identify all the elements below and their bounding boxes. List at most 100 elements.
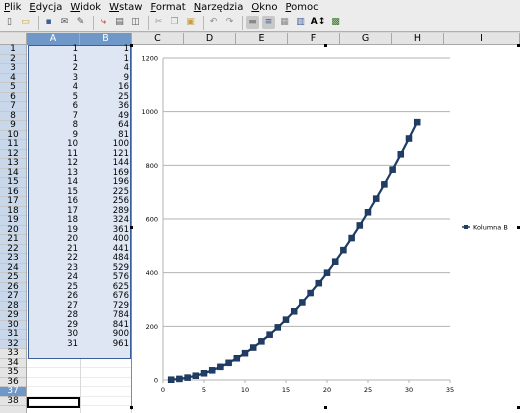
data-point — [282, 316, 290, 323]
menu-item-label: staw — [119, 1, 143, 13]
data-point — [397, 151, 405, 158]
toolbar-separator — [242, 15, 243, 30]
data-point — [348, 234, 355, 242]
new-document-icon[interactable]: ▯ — [3, 16, 16, 29]
chart-canvas: 0 200 400 600 800 1000 1200 0 5 10 15 20 25 30 35 Kolum… — [141, 55, 507, 395]
data-point — [217, 363, 224, 371]
chart-area-icon[interactable]: ▦ — [278, 16, 291, 29]
menu-item-0[interactable]: Plik — [4, 2, 21, 13]
data-point — [389, 166, 396, 173]
toolbar: ▯ ▭ ▪ ✉ ✎ ⤷ ▤ ◫ ✂ ❐ ▣ ↶ ↷ ▬ ≡ ▦ ▥ A↕ ▩ — [0, 14, 520, 32]
row-header-bar: 1 2 3 4 5 6 7 8 9 10 11 12 13 14 15 16 17 18 19 20 21 22 23 24 2… — [0, 44, 27, 413]
menu-item-1[interactable]: Edycja — [29, 2, 62, 13]
redo-icon[interactable]: ↷ — [223, 16, 236, 29]
menu-item-label: omoc — [291, 1, 319, 13]
menu-item-2[interactable]: Widok — [70, 2, 101, 13]
column-header-e[interactable]: E — [236, 33, 288, 45]
toolbar-separator — [203, 15, 204, 30]
x-tick-label: 25 — [364, 386, 372, 394]
column-header-i[interactable]: I — [444, 33, 520, 45]
resize-handle[interactable] — [130, 226, 133, 229]
column-header-f[interactable]: F — [288, 33, 340, 45]
data-point — [331, 258, 339, 265]
print-icon[interactable]: ▤ — [113, 16, 126, 29]
y-tick-label: 1200 — [141, 55, 158, 63]
y-tick-label: 1000 — [141, 108, 158, 116]
legend-marker — [464, 225, 468, 229]
column-header-bar: ABCDEFGHI — [0, 33, 520, 45]
active-cell-cursor[interactable] — [27, 397, 80, 408]
data-point — [372, 195, 380, 202]
data-point — [323, 269, 331, 276]
menu-item-accelerator: W — [70, 1, 81, 13]
toolbar-separator — [38, 15, 39, 30]
data-point — [176, 375, 183, 383]
x-tick-label: 30 — [405, 386, 413, 394]
column-header-c[interactable]: C — [132, 33, 184, 45]
data-point — [208, 367, 216, 374]
data-point — [200, 370, 208, 377]
toolbar-separator — [148, 15, 149, 30]
column-header-d[interactable]: D — [184, 33, 236, 45]
resize-handle[interactable] — [130, 44, 133, 47]
menu-item-7[interactable]: Pomoc — [285, 2, 318, 13]
legend-icon[interactable]: ≡ — [262, 16, 275, 29]
menu-item-6[interactable]: Okno — [251, 2, 277, 13]
data-point — [233, 355, 241, 362]
menu-item-3[interactable]: Wstaw — [109, 2, 142, 13]
copy-icon[interactable]: ❐ — [168, 16, 181, 29]
menu-item-4[interactable]: Format — [150, 2, 185, 13]
x-tick-label: 5 — [202, 386, 206, 394]
x-tick-label: 15 — [282, 386, 290, 394]
email-icon[interactable]: ✉ — [58, 16, 71, 29]
menu-item-label: idok — [80, 1, 102, 13]
x-tick-label: 10 — [241, 386, 249, 394]
x-tick-label: 35 — [446, 386, 454, 394]
menu-item-label: lik — [10, 1, 22, 13]
scale-text-icon[interactable]: A↕ — [310, 16, 326, 29]
x-tick-label: 20 — [323, 386, 331, 394]
y-tick-label: 800 — [146, 162, 158, 170]
cell-a32[interactable]: 31 — [28, 339, 80, 350]
resize-handle[interactable] — [324, 406, 327, 409]
data-point — [413, 118, 421, 126]
chart-grid-icon[interactable]: ▥ — [294, 16, 307, 29]
chart-object[interactable]: 0 200 400 600 800 1000 1200 0 5 10 15 20 25 30 35 Kolum… — [131, 45, 520, 410]
save-icon[interactable]: ▪ — [42, 16, 55, 29]
column-header-g[interactable]: G — [340, 33, 392, 45]
print-preview-icon[interactable]: ◫ — [129, 16, 142, 29]
cut-icon[interactable]: ✂ — [152, 16, 165, 29]
resize-handle[interactable] — [130, 406, 133, 409]
menu-item-label: ormat — [155, 1, 186, 13]
undo-icon[interactable]: ↶ — [207, 16, 220, 29]
data-point — [307, 289, 314, 297]
cell-b32[interactable]: 961 — [81, 339, 131, 350]
y-tick-label: 0 — [154, 377, 158, 385]
menu-bar: Plik Edycja Widok Wstaw Format Narzędzia Okno P… — [0, 0, 520, 14]
row-header-38[interactable]: 38 — [0, 396, 26, 406]
menu-item-label: dycja — [35, 1, 63, 13]
data-point — [381, 181, 388, 188]
column-header-h[interactable]: H — [392, 33, 444, 45]
data-point — [274, 324, 282, 331]
series-line-kolumna-b — [171, 121, 419, 381]
menu-item-label: arzędzia — [201, 1, 244, 13]
data-table-icon[interactable]: ▩ — [329, 16, 342, 29]
pdf-icon[interactable]: ⤷ — [97, 16, 110, 29]
resize-handle[interactable] — [324, 44, 327, 47]
data-point — [290, 308, 298, 315]
chart-title-icon[interactable]: ▬ — [246, 16, 259, 29]
menu-item-label: kno — [259, 1, 278, 13]
y-tick-label: 600 — [146, 216, 158, 224]
edit-file-icon[interactable]: ✎ — [74, 16, 87, 29]
open-icon[interactable]: ▭ — [19, 16, 32, 29]
paste-icon[interactable]: ▣ — [184, 16, 197, 29]
x-tick-label: 0 — [161, 386, 165, 394]
data-point — [258, 338, 265, 345]
data-point — [192, 372, 200, 379]
data-point — [249, 344, 257, 351]
y-tick-label: 200 — [146, 323, 158, 331]
menu-item-5[interactable]: Narzędzia — [194, 2, 244, 13]
data-point — [356, 222, 364, 229]
data-point — [405, 135, 413, 142]
